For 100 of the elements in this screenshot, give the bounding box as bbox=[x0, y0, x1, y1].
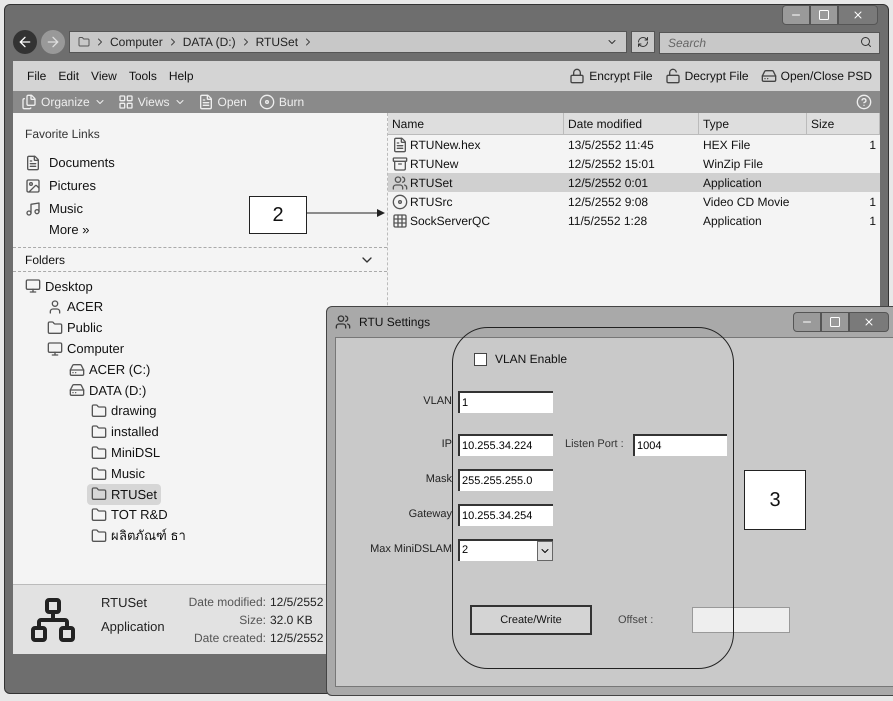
people-icon bbox=[335, 314, 351, 330]
maximize-button[interactable] bbox=[810, 5, 838, 25]
folder-tree-item[interactable]: DATA (D:) bbox=[65, 380, 150, 401]
folder-icon bbox=[91, 424, 107, 440]
offset-field[interactable] bbox=[692, 607, 790, 633]
command-button[interactable]: Encrypt File bbox=[569, 67, 653, 85]
detail-label: Date modified: bbox=[188, 594, 266, 611]
favorite-link[interactable]: Music bbox=[25, 197, 83, 220]
menu-item[interactable]: View bbox=[85, 67, 123, 85]
text-field[interactable]: 255.255.255.0 bbox=[458, 468, 553, 490]
disc-icon bbox=[258, 94, 275, 110]
table-cell: 12/5/2552 0:01 bbox=[568, 176, 648, 190]
refresh-button[interactable] bbox=[631, 31, 655, 53]
command-button[interactable]: Open/Close PSD bbox=[760, 67, 872, 85]
table-cell-text: 1 bbox=[869, 194, 876, 210]
table-cell-text: RTUSrc bbox=[410, 194, 452, 210]
file-name: RTUSet bbox=[101, 594, 148, 612]
file-row[interactable]: RTUNew.hex 13/5/2552 11:45 HEX File 1 bbox=[388, 135, 880, 154]
column-header[interactable]: Name bbox=[388, 113, 564, 134]
text-field[interactable]: 10.255.34.224 bbox=[458, 434, 553, 456]
folder-tree-item[interactable]: Computer bbox=[43, 338, 128, 360]
address-bar[interactable]: Computer DATA (D:) RTUSet bbox=[69, 31, 627, 53]
menu-item[interactable]: Help bbox=[162, 67, 200, 85]
breadcrumb-item[interactable]: RTUSet bbox=[256, 33, 298, 51]
folder-icon bbox=[78, 36, 90, 48]
maximize-icon bbox=[818, 9, 830, 21]
page-icon bbox=[198, 94, 214, 110]
help-icon[interactable] bbox=[856, 94, 872, 110]
table-cell: Application bbox=[703, 176, 762, 190]
folder-icon bbox=[47, 320, 63, 336]
folder-tree-item[interactable]: ACER bbox=[43, 296, 108, 318]
field-label: Max MiniDSLAM bbox=[369, 542, 453, 558]
maximize-button[interactable] bbox=[821, 312, 849, 332]
folder-tree-item[interactable]: Desktop bbox=[21, 276, 97, 297]
folder-tree-item[interactable]: Public bbox=[43, 318, 106, 338]
archive-icon bbox=[392, 156, 408, 172]
folder-icon bbox=[91, 466, 107, 482]
refresh-icon bbox=[637, 36, 649, 48]
folder-icon bbox=[91, 486, 107, 502]
favorite-link[interactable]: Documents bbox=[25, 151, 115, 174]
file-row[interactable]: RTUSrc 12/5/2552 9:08 Video CD Movie 1 bbox=[388, 192, 880, 211]
close-button[interactable] bbox=[849, 312, 889, 332]
drive-icon bbox=[760, 68, 777, 84]
document-icon bbox=[25, 154, 41, 170]
folder-icon bbox=[91, 528, 107, 544]
views-icon bbox=[118, 94, 134, 110]
favorite-link[interactable]: Pictures bbox=[25, 174, 96, 197]
breadcrumb-item[interactable]: DATA (D:) bbox=[182, 33, 236, 51]
table-cell: Video CD Movie bbox=[703, 194, 790, 208]
more-link[interactable]: More » bbox=[25, 220, 90, 243]
forward-button[interactable] bbox=[41, 30, 65, 54]
disc-icon bbox=[392, 194, 408, 210]
folder-icon bbox=[91, 403, 107, 420]
back-button[interactable] bbox=[13, 30, 37, 54]
file-row[interactable]: RTUSet 12/5/2552 0:01 Application bbox=[388, 173, 880, 192]
menu-item[interactable]: Edit bbox=[52, 67, 86, 85]
maximize-icon bbox=[829, 316, 841, 328]
column-header[interactable]: Type bbox=[699, 113, 807, 134]
command-button[interactable]: Decrypt File bbox=[664, 67, 749, 85]
computer-icon bbox=[47, 340, 63, 357]
close-button[interactable] bbox=[838, 5, 878, 25]
field-label: Mask bbox=[424, 472, 453, 488]
detail-value: 32.0 KB bbox=[270, 612, 314, 629]
text-field[interactable]: 1004 bbox=[633, 434, 727, 456]
menu-item[interactable]: Tools bbox=[122, 67, 163, 85]
file-row[interactable]: SockServerQC 11/5/2552 1:28 Application 1 bbox=[388, 211, 880, 230]
folder-tree-item[interactable]: drawing bbox=[87, 400, 161, 422]
section-title: Favorite Links bbox=[25, 126, 101, 143]
unlock-icon bbox=[664, 68, 681, 84]
text-field[interactable]: 10.255.34.254 bbox=[458, 504, 553, 526]
folder-tree-item[interactable]: ACER (C:) bbox=[65, 359, 154, 380]
detail-label: Date created: bbox=[192, 630, 266, 647]
column-header[interactable]: Size bbox=[807, 113, 880, 134]
table-cell: HEX File bbox=[703, 138, 750, 152]
search-field[interactable]: Search bbox=[659, 32, 880, 54]
file-row[interactable]: RTUNew 12/5/2552 15:01 WinZip File bbox=[388, 154, 880, 173]
table-cell-text: SockServerQC bbox=[410, 212, 490, 230]
folder-tree-item[interactable]: installed bbox=[87, 422, 163, 442]
table-cell: 13/5/2552 11:45 bbox=[568, 138, 654, 152]
folder-tree-item[interactable]: RTUSet bbox=[87, 484, 161, 505]
network-icon bbox=[29, 596, 77, 644]
folder-tree-item[interactable]: TOT R&D bbox=[87, 504, 172, 526]
menu-item[interactable]: File bbox=[21, 67, 52, 85]
folder-tree-item[interactable]: MiniDSL bbox=[87, 442, 164, 464]
minimize-button[interactable] bbox=[793, 312, 821, 332]
folder-tree-item[interactable]: Music bbox=[87, 463, 149, 484]
text-field[interactable]: 1 bbox=[458, 390, 553, 412]
dropdown-field[interactable]: 2 bbox=[458, 538, 553, 560]
people-icon bbox=[392, 174, 408, 190]
folder-icon bbox=[91, 444, 107, 461]
table-cell-text: RTUNew bbox=[410, 156, 458, 172]
table-cell-text: RTUNew.hex bbox=[410, 136, 480, 154]
annotation-label: 2 bbox=[249, 196, 307, 234]
forward-arrow-icon bbox=[45, 34, 61, 50]
breadcrumb-item[interactable]: Computer bbox=[110, 33, 163, 51]
grid-icon bbox=[392, 212, 408, 228]
folder-tree-item[interactable]: ผลิตภัณฑ์ ธา bbox=[87, 526, 190, 546]
column-header[interactable]: Date modified bbox=[564, 113, 699, 134]
create-write-button[interactable]: Create/Write bbox=[470, 605, 592, 635]
checkbox[interactable] bbox=[474, 352, 487, 366]
